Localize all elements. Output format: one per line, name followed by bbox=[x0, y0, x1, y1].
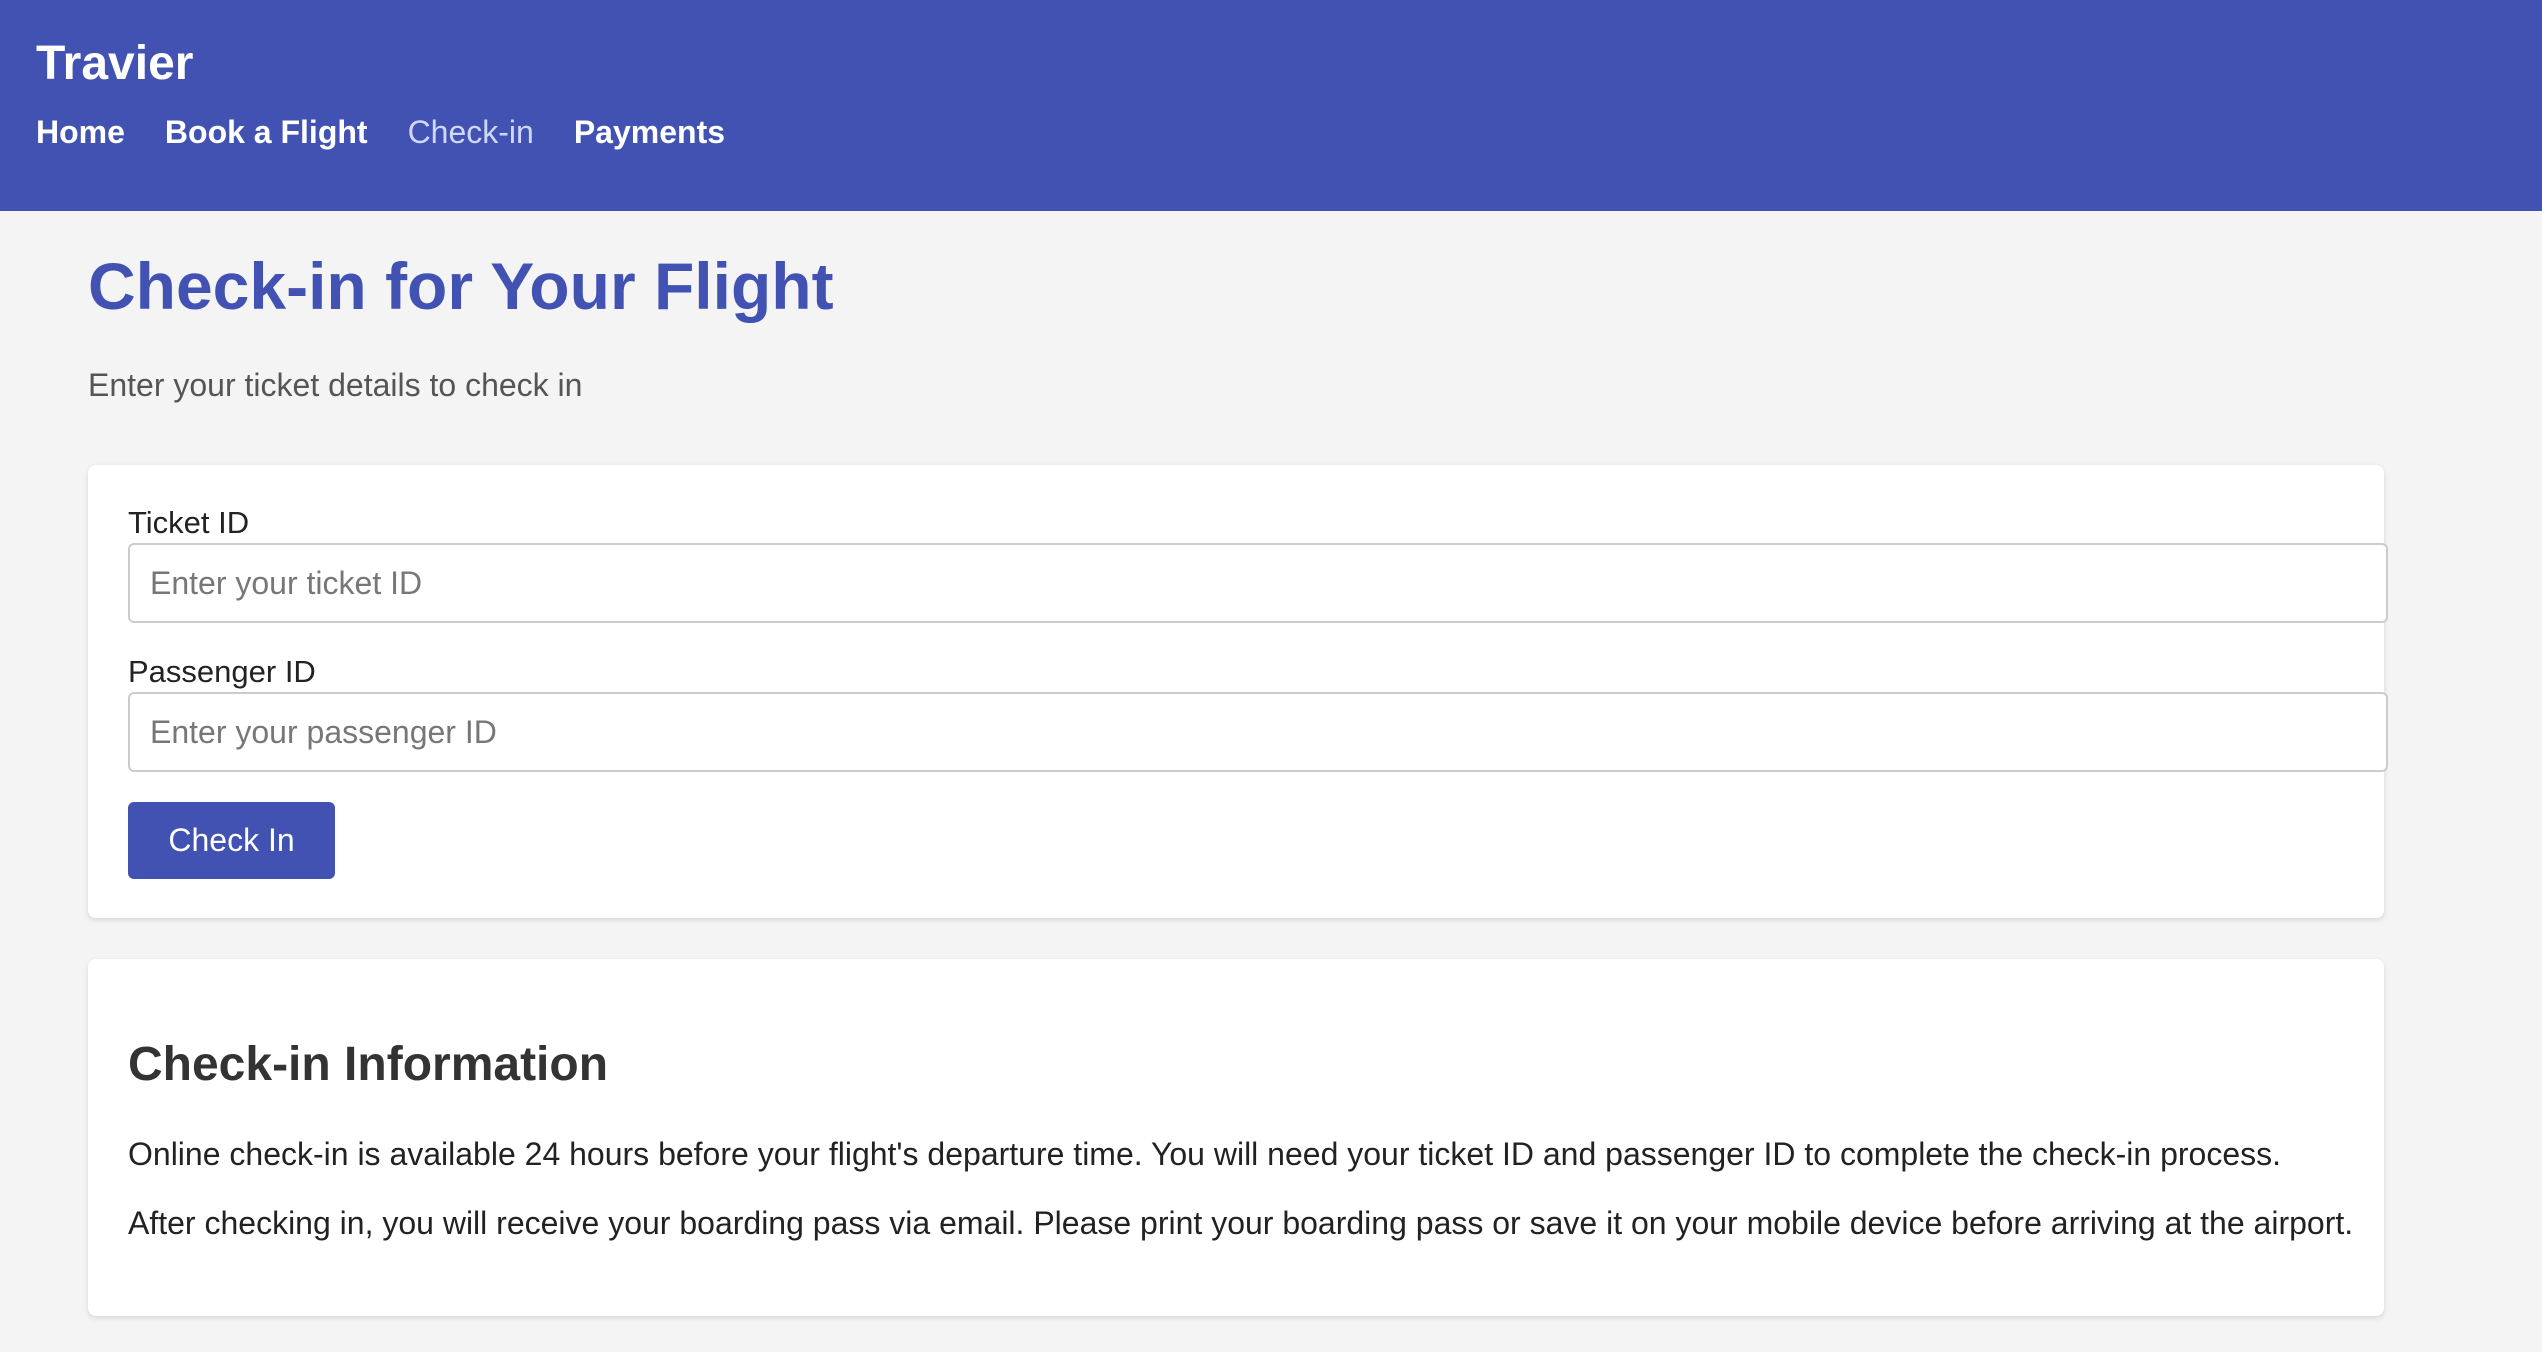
nav-link-payments[interactable]: Payments bbox=[574, 110, 725, 154]
info-paragraph: Online check-in is available 24 hours be… bbox=[128, 1136, 2282, 1172]
check-in-information-card: Check-in Information Online check-in is … bbox=[88, 959, 2384, 1316]
ticket-id-label: Ticket ID bbox=[128, 505, 250, 540]
check-in-information-heading: Check-in Information bbox=[128, 1038, 609, 1091]
check-in-button[interactable]: Check In bbox=[128, 802, 335, 879]
nav-link-book-a-flight[interactable]: Book a Flight bbox=[165, 110, 368, 154]
nav-link-check-in[interactable]: Check-in bbox=[408, 110, 534, 154]
info-paragraph: After checking in, you will receive your… bbox=[128, 1205, 2354, 1241]
passenger-id-label: Passenger ID bbox=[128, 654, 316, 689]
passenger-id-input[interactable] bbox=[128, 692, 2388, 772]
main-nav: Home Book a Flight Check-in Payments bbox=[36, 110, 725, 154]
page-title: Check-in for Your Flight bbox=[88, 249, 834, 323]
brand-logo-text[interactable]: Travier bbox=[36, 34, 193, 94]
site-header: Travier Home Book a Flight Check-in Paym… bbox=[0, 0, 2542, 211]
check-in-form-card: Ticket ID Passenger ID Check In bbox=[88, 465, 2388, 918]
ticket-id-input[interactable] bbox=[128, 543, 2388, 623]
page-subtitle: Enter your ticket details to check in bbox=[88, 367, 583, 403]
nav-link-home[interactable]: Home bbox=[36, 110, 125, 154]
